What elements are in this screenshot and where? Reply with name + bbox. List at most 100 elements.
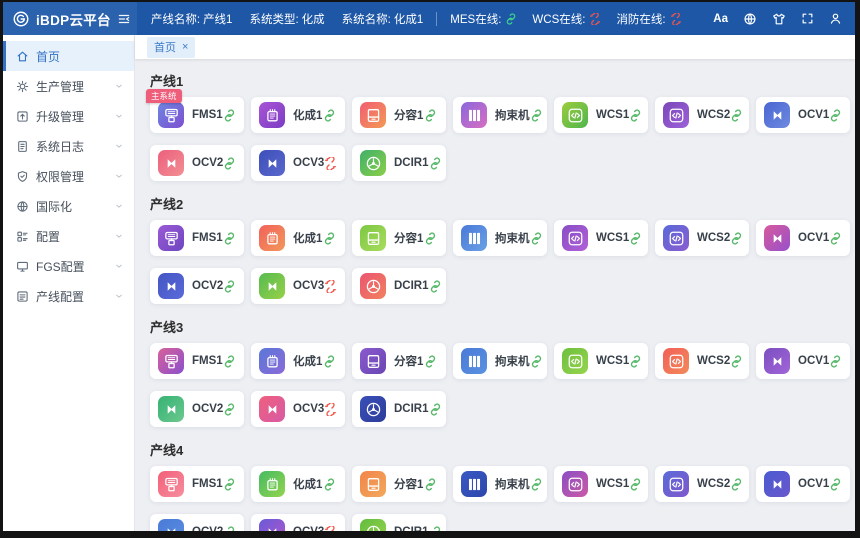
link-icon[interactable] xyxy=(223,403,236,416)
link-icon[interactable] xyxy=(429,526,442,532)
link-icon[interactable] xyxy=(223,280,236,293)
link-icon[interactable] xyxy=(730,109,743,122)
device-card[interactable]: OCV1 xyxy=(756,466,850,502)
device-card[interactable]: 分容1 xyxy=(352,343,446,379)
config-icon xyxy=(16,230,29,243)
device-card[interactable]: DCIR1 xyxy=(352,514,446,531)
device-card[interactable]: FMS1 xyxy=(150,466,244,502)
device-card[interactable]: OCV1 xyxy=(756,97,850,133)
device-card[interactable]: OCV2 xyxy=(150,268,244,304)
device-card[interactable]: 化成1 xyxy=(251,97,345,133)
device-card[interactable]: FMS1 xyxy=(150,343,244,379)
link-icon[interactable] xyxy=(829,232,842,245)
menu-fold-icon[interactable] xyxy=(117,12,131,26)
sidebar-item-permission[interactable]: 权限管理 xyxy=(3,161,134,191)
device-card[interactable]: WCS2 xyxy=(655,97,749,133)
link-icon[interactable] xyxy=(323,478,336,491)
sidebar-item-config[interactable]: 配置 xyxy=(3,221,134,251)
link-icon[interactable] xyxy=(530,232,543,245)
link-icon[interactable] xyxy=(323,355,336,368)
sidebar-item-production[interactable]: 生产管理 xyxy=(3,71,134,101)
device-card[interactable]: 化成1 xyxy=(251,220,345,256)
link-icon[interactable] xyxy=(424,109,437,122)
link-icon[interactable] xyxy=(424,355,437,368)
link-icon[interactable] xyxy=(629,109,642,122)
device-card[interactable]: WCS2 xyxy=(655,466,749,502)
device-card[interactable]: OCV3 xyxy=(251,268,345,304)
device-card[interactable]: OCV1 xyxy=(756,343,850,379)
link-icon[interactable] xyxy=(424,478,437,491)
device-card[interactable]: OCV2 xyxy=(150,514,244,531)
device-card[interactable]: OCV2 xyxy=(150,391,244,427)
link-icon[interactable] xyxy=(223,109,236,122)
link-icon[interactable] xyxy=(323,109,336,122)
link-icon[interactable] xyxy=(730,478,743,491)
link-icon[interactable] xyxy=(530,355,543,368)
link-off-icon[interactable] xyxy=(324,526,337,532)
fullscreen-icon[interactable] xyxy=(801,12,814,25)
device-name: OCV2 xyxy=(192,280,223,292)
link-off-icon[interactable] xyxy=(324,403,337,416)
device-card[interactable]: OCV1 xyxy=(756,220,850,256)
link-icon[interactable] xyxy=(424,232,437,245)
link-icon[interactable] xyxy=(323,232,336,245)
device-card[interactable]: WCS2 xyxy=(655,220,749,256)
tab-home[interactable]: 首页× xyxy=(147,37,195,58)
device-card[interactable]: DCIR1 xyxy=(352,268,446,304)
link-icon[interactable] xyxy=(730,355,743,368)
device-card[interactable]: DCIR1 xyxy=(352,391,446,427)
user-icon[interactable] xyxy=(829,12,842,25)
device-card[interactable]: 拘束机 xyxy=(453,343,547,379)
device-card[interactable]: 分容1 xyxy=(352,220,446,256)
sidebar-item-upgrade[interactable]: 升级管理 xyxy=(3,101,134,131)
device-card[interactable]: WCS1 xyxy=(554,220,648,256)
link-icon[interactable] xyxy=(223,232,236,245)
link-icon[interactable] xyxy=(629,355,642,368)
link-icon[interactable] xyxy=(223,526,236,532)
link-icon[interactable] xyxy=(223,355,236,368)
link-icon[interactable] xyxy=(530,109,543,122)
link-off-icon[interactable] xyxy=(324,280,337,293)
device-card[interactable]: WCS1 xyxy=(554,97,648,133)
device-card[interactable]: WCS1 xyxy=(554,466,648,502)
device-card[interactable]: FMS1 xyxy=(150,220,244,256)
device-card[interactable]: WCS2 xyxy=(655,343,749,379)
link-icon[interactable] xyxy=(223,157,236,170)
link-icon[interactable] xyxy=(530,478,543,491)
link-icon[interactable] xyxy=(629,232,642,245)
font-size-icon[interactable]: Aa xyxy=(713,13,728,25)
link-icon[interactable] xyxy=(829,478,842,491)
link-icon[interactable] xyxy=(829,355,842,368)
device-card[interactable]: 拘束机 xyxy=(453,466,547,502)
tab-close-icon[interactable]: × xyxy=(182,42,188,53)
sidebar-item-home[interactable]: 首页 xyxy=(3,41,134,71)
link-icon[interactable] xyxy=(629,478,642,491)
sidebar-item-lineconfig[interactable]: 产线配置 xyxy=(3,281,134,311)
sidebar-item-fgs[interactable]: FGS配置 xyxy=(3,251,134,281)
link-icon[interactable] xyxy=(429,157,442,170)
language-icon[interactable] xyxy=(743,12,757,26)
link-icon[interactable] xyxy=(429,280,442,293)
theme-icon[interactable] xyxy=(772,12,786,26)
device-card[interactable]: 分容1 xyxy=(352,97,446,133)
link-icon[interactable] xyxy=(429,403,442,416)
device-card[interactable]: 分容1 xyxy=(352,466,446,502)
device-card[interactable]: OCV3 xyxy=(251,514,345,531)
device-card[interactable]: 拘束机 xyxy=(453,97,547,133)
sidebar-item-log[interactable]: 系统日志 xyxy=(3,131,134,161)
link-icon[interactable] xyxy=(829,109,842,122)
link-icon[interactable] xyxy=(730,232,743,245)
device-card[interactable]: 化成1 xyxy=(251,466,345,502)
device-card[interactable]: OCV2 xyxy=(150,145,244,181)
device-card[interactable]: DCIR1 xyxy=(352,145,446,181)
link-off-icon[interactable] xyxy=(324,157,337,170)
device-card[interactable]: OCV3 xyxy=(251,145,345,181)
link-icon[interactable] xyxy=(223,478,236,491)
device-card[interactable]: 拘束机 xyxy=(453,220,547,256)
device-card[interactable]: WCS1 xyxy=(554,343,648,379)
device-card[interactable]: 化成1 xyxy=(251,343,345,379)
device-card[interactable]: OCV3 xyxy=(251,391,345,427)
sidebar-item-globe[interactable]: 国际化 xyxy=(3,191,134,221)
machine-icon xyxy=(158,348,184,374)
device-card[interactable]: 主系统FMS1 xyxy=(150,97,244,133)
